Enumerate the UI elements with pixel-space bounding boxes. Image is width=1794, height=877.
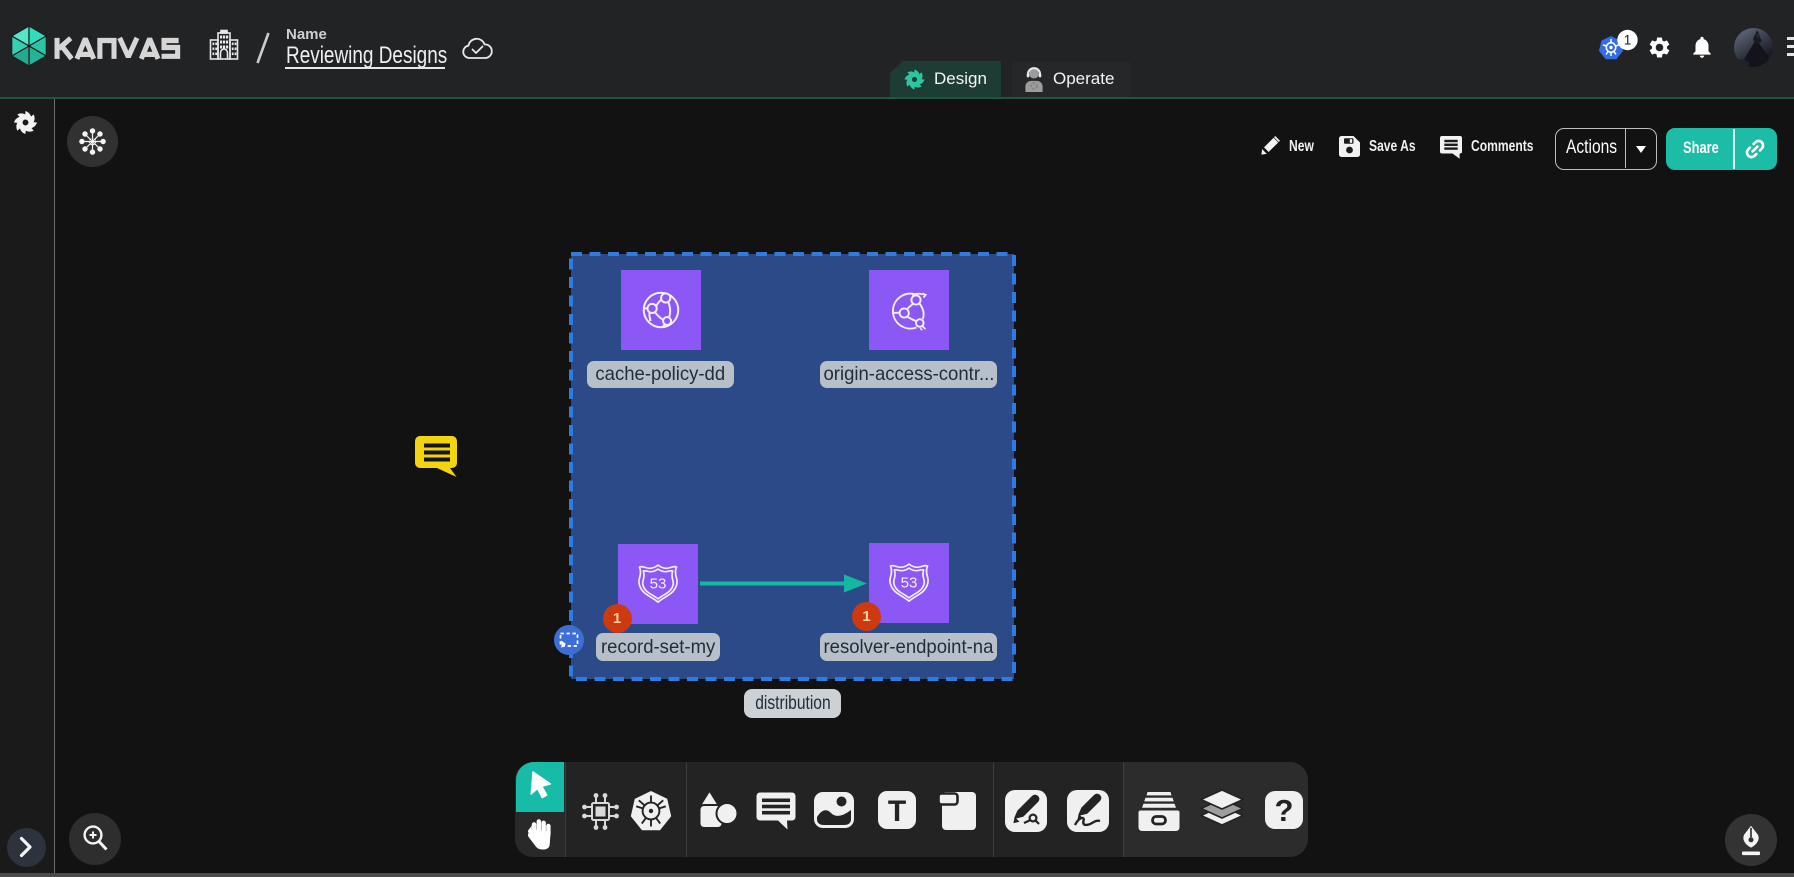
svg-text:53: 53 bbox=[650, 576, 667, 593]
svg-text:1: 1 bbox=[1624, 33, 1632, 48]
svg-text:53: 53 bbox=[901, 575, 918, 592]
svg-text:T: T bbox=[888, 795, 906, 828]
svg-text:?: ? bbox=[1275, 793, 1294, 828]
